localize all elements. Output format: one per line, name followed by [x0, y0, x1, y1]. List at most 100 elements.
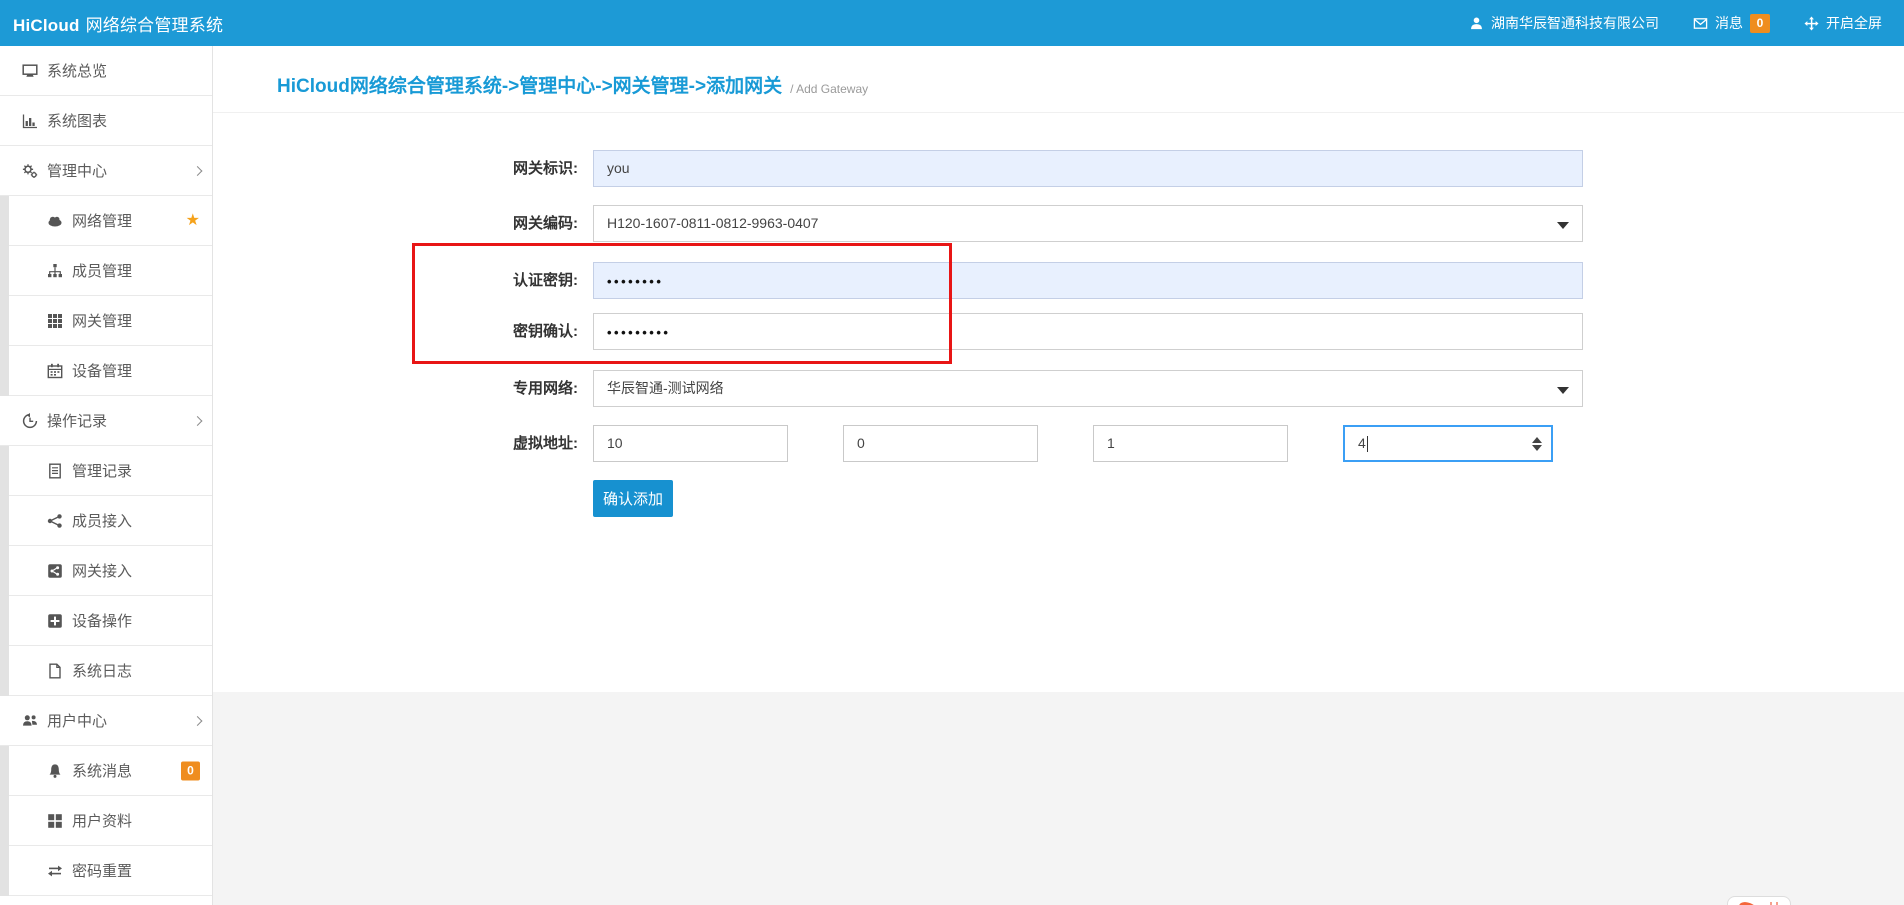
form-row-private-network: 专用网络: 华辰智通-测试网络: [213, 370, 1904, 407]
sidebar-item-label: 管理中心: [47, 160, 107, 181]
private-network-select[interactable]: 华辰智通-测试网络: [593, 370, 1583, 407]
chevron-down-icon: [1557, 387, 1569, 394]
users-icon: [22, 713, 38, 729]
sidebar-item-label: 密码重置: [72, 860, 132, 881]
sidebar-item-management-center[interactable]: 管理中心: [0, 146, 212, 196]
sidebar-count-badge: 0: [181, 761, 200, 780]
plus-square-icon: [47, 613, 63, 629]
sidebar-item-system-logs[interactable]: 系统日志: [0, 646, 212, 696]
sidebar-item-label: 网关接入: [72, 560, 132, 581]
cloud-icon: [47, 213, 63, 229]
app-brand: HiCloud网络综合管理系统: [0, 11, 223, 36]
share-square-icon: [47, 563, 63, 579]
virtual-address-octet-1[interactable]: 10: [593, 425, 788, 462]
messages-label: 消息: [1715, 13, 1743, 33]
virtual-address-label: 虚拟地址:: [213, 425, 578, 462]
bell-icon: [47, 763, 63, 779]
auth-key-input[interactable]: ••••••••: [593, 262, 1583, 299]
sidebar-item-system-charts[interactable]: 系统图表: [0, 96, 212, 146]
sidebar-item-label: 网络管理: [72, 210, 132, 231]
grid-icon: [47, 313, 63, 329]
confirm-add-button[interactable]: 确认添加: [593, 480, 673, 517]
sidebar-item-operation-records[interactable]: 操作记录: [0, 396, 212, 446]
bar-chart-icon: [22, 113, 38, 129]
key-confirm-label: 密钥确认:: [213, 313, 578, 350]
sidebar-item-network-management[interactable]: 网络管理 ★: [0, 196, 212, 246]
form-row-auth-key: 认证密钥: ••••••••: [213, 262, 1904, 299]
chevron-down-icon: [1557, 222, 1569, 229]
form-row-gateway-code: 网关编码: H120-1607-0811-0812-9963-0407: [213, 205, 1904, 242]
spinner-up-icon: [1532, 437, 1542, 443]
sidebar-item-label: 操作记录: [47, 410, 107, 431]
number-spinner[interactable]: [1531, 436, 1543, 452]
spinner-down-icon: [1532, 445, 1542, 451]
fullscreen-button[interactable]: 开启全屏: [1804, 13, 1882, 33]
sidebar-item-label: 管理记录: [72, 460, 132, 481]
form-row-gateway-id: 网关标识: you: [213, 150, 1904, 187]
octet-value: 0: [857, 435, 865, 451]
breadcrumb-title: HiCloud网络综合管理系统->管理中心->网关管理->添加网关: [277, 71, 782, 98]
floating-helper-widget[interactable]: [1727, 896, 1791, 905]
sidebar-item-label: 系统消息: [72, 760, 132, 781]
sidebar-item-gateway-access[interactable]: 网关接入: [0, 546, 212, 596]
key-confirm-input[interactable]: •••••••••: [593, 313, 1583, 350]
topbar: HiCloud网络综合管理系统 湖南华辰智通科技有限公司 消息 0: [0, 0, 1904, 46]
gateway-code-value: H120-1607-0811-0812-9963-0407: [607, 215, 818, 231]
sidebar-item-label: 系统图表: [47, 110, 107, 131]
gateway-id-input[interactable]: you: [593, 150, 1583, 187]
file-text-icon: [47, 463, 63, 479]
sidebar-item-member-management[interactable]: 成员管理: [0, 246, 212, 296]
sidebar-item-device-operations[interactable]: 设备操作: [0, 596, 212, 646]
virtual-address-octet-4[interactable]: 4: [1343, 425, 1553, 462]
sidebar-item-label: 设备管理: [72, 360, 132, 381]
octet-value: 4: [1358, 435, 1366, 451]
gateway-code-label: 网关编码:: [213, 205, 578, 242]
sidebar-item-label: 成员管理: [72, 260, 132, 281]
sidebar-item-management-records[interactable]: 管理记录: [0, 446, 212, 496]
sidebar-item-user-center[interactable]: 用户中心: [0, 696, 212, 746]
virtual-address-octet-3[interactable]: 1: [1093, 425, 1288, 462]
sidebar-item-label: 系统总览: [47, 60, 107, 81]
sidebar-item-password-reset[interactable]: 密码重置: [0, 846, 212, 896]
breadcrumb-subtitle: / Add Gateway: [790, 82, 868, 98]
octet-value: 10: [607, 435, 623, 451]
favorite-star-icon: ★: [186, 213, 200, 229]
virtual-address-octet-2[interactable]: 0: [843, 425, 1038, 462]
sidebar-item-gateway-management[interactable]: 网关管理: [0, 296, 212, 346]
private-network-value: 华辰智通-测试网络: [607, 380, 724, 396]
messages-count-badge: 0: [1750, 14, 1770, 33]
sitemap-icon: [47, 263, 63, 279]
chevron-right-icon: [193, 416, 203, 426]
exchange-icon: [47, 863, 63, 879]
user-icon: [1469, 16, 1484, 31]
sidebar-item-system-overview[interactable]: 系统总览: [0, 46, 212, 96]
history-icon: [22, 413, 38, 429]
sidebar-item-system-messages[interactable]: 系统消息 0: [0, 746, 212, 796]
envelope-icon: [1693, 16, 1708, 31]
sidebar-item-label: 成员接入: [72, 510, 132, 531]
sidebar-item-user-profile[interactable]: 用户资料: [0, 796, 212, 846]
gears-icon: [22, 163, 38, 179]
widget-logo-icon: [1735, 898, 1765, 905]
private-network-label: 专用网络:: [213, 370, 578, 407]
company-account[interactable]: 湖南华辰智通科技有限公司: [1469, 13, 1659, 33]
page-background: [213, 692, 1904, 905]
gateway-code-select[interactable]: H120-1607-0811-0812-9963-0407: [593, 205, 1583, 242]
form-row-key-confirm: 密钥确认: •••••••••: [213, 313, 1904, 350]
octet-value: 1: [1107, 435, 1115, 451]
main-content: HiCloud网络综合管理系统->管理中心->网关管理->添加网关 / Add …: [213, 46, 1904, 905]
brand-subtitle: 网络综合管理系统: [86, 16, 224, 35]
monitor-icon: [22, 63, 38, 79]
messages-button[interactable]: 消息 0: [1693, 13, 1770, 33]
th-large-icon: [47, 813, 63, 829]
sidebar-item-label: 网关管理: [72, 310, 132, 331]
fullscreen-label: 开启全屏: [1826, 13, 1882, 33]
chevron-right-icon: [193, 716, 203, 726]
auth-key-label: 认证密钥:: [213, 262, 578, 299]
sidebar-nav: 系统总览系统图表管理中心网络管理 ★ 成员管理网关管理设备管理操作记录管理记录成员接…: [0, 46, 213, 905]
sidebar-item-device-management[interactable]: 设备管理: [0, 346, 212, 396]
sidebar-item-label: 用户中心: [47, 710, 107, 731]
chevron-right-icon: [193, 166, 203, 176]
sidebar-item-label: 用户资料: [72, 810, 132, 831]
sidebar-item-member-access[interactable]: 成员接入: [0, 496, 212, 546]
